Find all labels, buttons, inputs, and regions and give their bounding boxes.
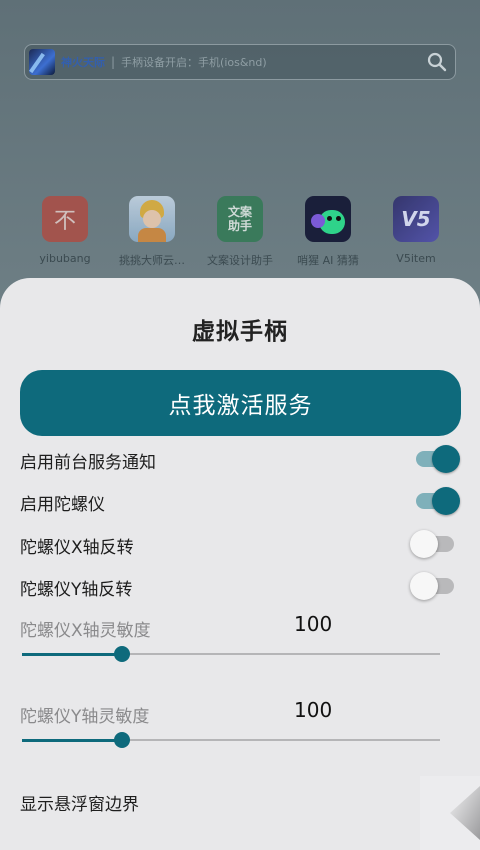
monster-icon xyxy=(305,196,351,242)
search-placeholder[interactable]: 手柄设备开启：手机(ios&nd) xyxy=(121,54,267,70)
app-label: 哨猩 AI 猜猜 xyxy=(297,254,359,267)
app-shortcut-4[interactable]: 哨猩 AI 猜猜 xyxy=(280,196,376,268)
foreground-notification-switch[interactable] xyxy=(410,444,460,474)
slider-label: 陀螺仪X轴灵敏度 xyxy=(20,621,151,641)
slider-row-gyro-x-sensitivity: 陀螺仪X轴灵敏度 100 xyxy=(20,612,460,642)
app-shortcut-v5item[interactable]: V5 V5item xyxy=(368,196,464,265)
app-label: yibubang xyxy=(39,252,91,265)
bu-glyph: 不 xyxy=(53,209,76,234)
gyro-x-sensitivity-slider[interactable] xyxy=(22,644,440,664)
activate-service-button[interactable]: 点我激活服务 xyxy=(20,370,461,436)
gyro-y-sensitivity-slider[interactable] xyxy=(22,730,440,750)
app-label: V5item xyxy=(396,252,436,265)
slider-label: 陀螺仪Y轴灵敏度 xyxy=(20,707,150,727)
slider-knob[interactable] xyxy=(114,732,130,748)
app-grid: 不 yibubang 挑挑大师云… 文案 助手 文案设计助手 哨猩 AI 猜猜 … xyxy=(0,196,480,276)
bu-icon: 不 xyxy=(42,196,88,242)
app-label: 挑挑大师云… xyxy=(119,254,185,267)
corner-arrow-icon[interactable] xyxy=(420,776,480,850)
toggle-label: 启用前台服务通知 xyxy=(20,453,156,473)
app-shortcut-2[interactable]: 挑挑大师云… xyxy=(104,196,200,268)
virtual-gamepad-sheet: 虚拟手柄 点我激活服务 启用前台服务通知 启用陀螺仪 陀螺仪X轴反转 陀螺仪Y轴… xyxy=(0,278,480,850)
search-brand: 神火天际 xyxy=(61,56,105,69)
gyro-y-invert-switch[interactable] xyxy=(410,571,460,601)
gyroscope-switch[interactable] xyxy=(410,486,460,516)
toggle-row-foreground-notification[interactable]: 启用前台服务通知 xyxy=(20,444,460,474)
app-label: 文案设计助手 xyxy=(207,254,273,267)
toggle-label: 陀螺仪X轴反转 xyxy=(20,538,134,558)
girl-avatar-icon xyxy=(129,196,175,242)
slider-row-gyro-y-sensitivity: 陀螺仪Y轴灵敏度 100 xyxy=(20,698,460,728)
app-shortcut-3[interactable]: 文案 助手 文案设计助手 xyxy=(192,196,288,268)
search-icon[interactable] xyxy=(427,52,447,72)
toggle-row-gyroscope[interactable]: 启用陀螺仪 xyxy=(20,486,460,516)
app-logo-icon xyxy=(29,49,55,75)
search-bar[interactable]: 神火天际 | 手柄设备开启：手机(ios&nd) xyxy=(24,44,456,80)
copywriting-icon: 文案 助手 xyxy=(217,196,263,242)
app-shortcut-yibubang[interactable]: 不 yibubang xyxy=(17,196,113,265)
toggle-label: 陀螺仪Y轴反转 xyxy=(20,580,133,600)
v5-icon: V5 xyxy=(393,196,439,242)
toggle-label: 启用陀螺仪 xyxy=(20,495,105,515)
slider-value: 100 xyxy=(294,612,333,636)
show-floating-window-border-label[interactable]: 显示悬浮窗边界 xyxy=(20,790,139,815)
copywriting-glyph: 文案 助手 xyxy=(227,205,252,233)
toggle-row-gyro-y-invert[interactable]: 陀螺仪Y轴反转 xyxy=(20,571,460,601)
gyro-x-invert-switch[interactable] xyxy=(410,529,460,559)
sheet-title: 虚拟手柄 xyxy=(192,319,288,345)
toggle-row-gyro-x-invert[interactable]: 陀螺仪X轴反转 xyxy=(20,529,460,559)
search-separator: | xyxy=(111,55,116,69)
slider-value: 100 xyxy=(294,698,333,722)
slider-knob[interactable] xyxy=(114,646,130,662)
v5-glyph: V5 xyxy=(401,207,431,231)
